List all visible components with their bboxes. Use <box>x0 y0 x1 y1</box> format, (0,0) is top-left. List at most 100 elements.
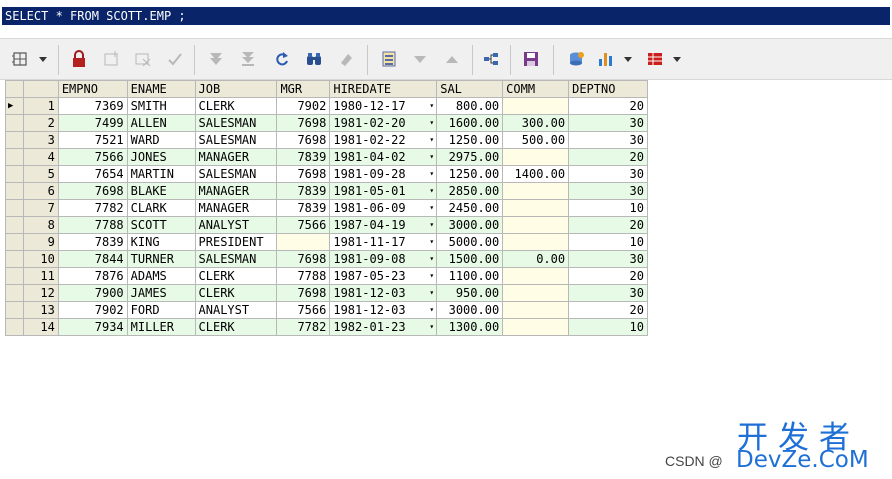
row-number[interactable]: 10 <box>22 250 59 268</box>
row-indicator[interactable] <box>5 114 24 132</box>
cell-empno[interactable]: 7654 <box>57 165 128 183</box>
cell-mgr[interactable]: 7839 <box>276 182 331 200</box>
column-header-job[interactable]: JOB <box>194 80 278 98</box>
column-header-mgr[interactable]: MGR <box>276 80 331 98</box>
row-number[interactable]: 1 <box>22 97 59 115</box>
cell-ename[interactable]: TURNER <box>126 250 196 268</box>
row-indicator[interactable] <box>5 199 24 217</box>
cell-empno[interactable]: 7566 <box>57 148 128 166</box>
row-number[interactable]: 5 <box>22 165 59 183</box>
cell-deptno[interactable]: 30 <box>568 114 648 132</box>
date-dropdown-icon[interactable]: ▾ <box>429 218 434 233</box>
cell-hiredate[interactable]: 1981-02-20 ▾ <box>329 114 438 132</box>
cell-hiredate[interactable]: 1980-12-17 ▾ <box>329 97 438 115</box>
cell-deptno[interactable]: 30 <box>568 284 648 302</box>
row-number[interactable]: 14 <box>22 318 59 336</box>
cell-job[interactable]: SALESMAN <box>194 250 278 268</box>
cell-deptno[interactable]: 30 <box>568 250 648 268</box>
cell-empno[interactable]: 7782 <box>57 199 128 217</box>
cell-comm[interactable] <box>502 318 570 336</box>
cell-sal[interactable]: 2850.00 <box>436 182 504 200</box>
date-dropdown-icon[interactable]: ▾ <box>429 150 434 165</box>
table-row[interactable]: 9 7839 KING PRESIDENT 1981-11-17 ▾ 5000.00 10 <box>5 233 648 251</box>
column-header-ename[interactable]: ENAME <box>126 80 196 98</box>
row-number[interactable]: 8 <box>22 216 59 234</box>
cell-deptno[interactable]: 20 <box>568 216 648 234</box>
cell-sal[interactable]: 5000.00 <box>436 233 504 251</box>
cell-comm[interactable] <box>502 284 570 302</box>
sql-editor[interactable]: SELECT * FROM SCOTT.EMP ; <box>0 6 892 27</box>
date-dropdown-icon[interactable]: ▾ <box>429 184 434 199</box>
sql-text-selected[interactable]: SELECT * FROM SCOTT.EMP ; <box>2 7 890 25</box>
cell-comm[interactable]: 300.00 <box>502 114 570 132</box>
cell-mgr[interactable]: 7698 <box>276 114 331 132</box>
cell-ename[interactable]: MILLER <box>126 318 196 336</box>
cell-hiredate[interactable]: 1981-11-17 ▾ <box>329 233 438 251</box>
cell-ename[interactable]: MARTIN <box>126 165 196 183</box>
cell-comm[interactable]: 500.00 <box>502 131 570 149</box>
cell-job[interactable]: MANAGER <box>194 199 278 217</box>
cell-hiredate[interactable]: 1987-05-23 ▾ <box>329 267 438 285</box>
column-header-sal[interactable]: SAL <box>436 80 504 98</box>
cell-hiredate[interactable]: 1981-12-03 ▾ <box>329 301 438 319</box>
column-header-hiredate[interactable]: HIREDATE <box>329 80 438 98</box>
cell-deptno[interactable]: 30 <box>568 131 648 149</box>
cell-job[interactable]: CLERK <box>194 318 278 336</box>
cell-sal[interactable]: 950.00 <box>436 284 504 302</box>
cell-sal[interactable]: 1250.00 <box>436 165 504 183</box>
export-tree-icon[interactable] <box>479 47 503 71</box>
cell-hiredate[interactable]: 1981-04-02 ▾ <box>329 148 438 166</box>
date-dropdown-icon[interactable]: ▾ <box>429 235 434 250</box>
cell-hiredate[interactable]: 1981-02-22 ▾ <box>329 131 438 149</box>
cell-sal[interactable]: 1250.00 <box>436 131 504 149</box>
insert-row-icon[interactable] <box>99 47 123 71</box>
lock-icon[interactable] <box>67 47 91 71</box>
table-row[interactable]: 14 7934 MILLER CLERK 7782 1982-01-23 ▾ 1300.00 1… <box>5 318 648 336</box>
date-dropdown-icon[interactable]: ▾ <box>429 99 434 114</box>
cell-hiredate[interactable]: 1987-04-19 ▾ <box>329 216 438 234</box>
cell-mgr[interactable]: 7698 <box>276 131 331 149</box>
cell-sal[interactable]: 1100.00 <box>436 267 504 285</box>
cell-deptno[interactable]: 20 <box>568 301 648 319</box>
date-dropdown-icon[interactable]: ▾ <box>429 133 434 148</box>
row-indicator[interactable] <box>5 216 24 234</box>
table-row[interactable]: 12 7900 JAMES CLERK 7698 1981-12-03 ▾ 950.00 30 <box>5 284 648 302</box>
cell-deptno[interactable]: 30 <box>568 165 648 183</box>
cell-deptno[interactable]: 10 <box>568 318 648 336</box>
row-indicator[interactable]: ▶ <box>5 97 24 115</box>
table-row[interactable]: 11 7876 ADAMS CLERK 7788 1987-05-23 ▾ 1100.00 20 <box>5 267 648 285</box>
table-row[interactable]: 8 7788 SCOTT ANALYST 7566 1987-04-19 ▾ 3000.00 2… <box>5 216 648 234</box>
cell-empno[interactable]: 7876 <box>57 267 128 285</box>
cell-mgr[interactable]: 7698 <box>276 250 331 268</box>
cell-sal[interactable]: 2450.00 <box>436 199 504 217</box>
date-dropdown-icon[interactable]: ▾ <box>429 167 434 182</box>
cell-empno[interactable]: 7369 <box>57 97 128 115</box>
row-number[interactable]: 2 <box>22 114 59 132</box>
cell-hiredate[interactable]: 1981-09-28 ▾ <box>329 165 438 183</box>
cell-ename[interactable]: JAMES <box>126 284 196 302</box>
row-indicator[interactable] <box>5 267 24 285</box>
cell-mgr[interactable]: 7839 <box>276 148 331 166</box>
cell-empno[interactable]: 7902 <box>57 301 128 319</box>
cell-sal[interactable]: 1300.00 <box>436 318 504 336</box>
table-row[interactable]: 10 7844 TURNER SALESMAN 7698 1981-09-08 ▾ 1500.… <box>5 250 648 268</box>
row-indicator[interactable] <box>5 131 24 149</box>
cell-comm[interactable]: 1400.00 <box>502 165 570 183</box>
date-dropdown-icon[interactable]: ▾ <box>429 286 434 301</box>
cell-sal[interactable]: 2975.00 <box>436 148 504 166</box>
cell-mgr[interactable]: 7566 <box>276 216 331 234</box>
fetch-last-icon[interactable] <box>236 47 260 71</box>
cell-mgr[interactable]: 7782 <box>276 318 331 336</box>
table-row[interactable]: 3 7521 WARD SALESMAN 7698 1981-02-22 ▾ 1250.00 5… <box>5 131 648 149</box>
cell-hiredate[interactable]: 1982-01-23 ▾ <box>329 318 438 336</box>
cell-comm[interactable] <box>502 301 570 319</box>
chevron-down-icon[interactable] <box>37 47 49 71</box>
column-header-empno[interactable]: EMPNO <box>57 80 128 98</box>
cell-ename[interactable]: WARD <box>126 131 196 149</box>
cell-ename[interactable]: FORD <box>126 301 196 319</box>
cell-ename[interactable]: ALLEN <box>126 114 196 132</box>
table-row[interactable]: ▶ 1 7369 SMITH CLERK 7902 1980-12-17 ▾ 800.00 20 <box>5 97 648 115</box>
cell-sal[interactable]: 1500.00 <box>436 250 504 268</box>
cell-job[interactable]: SALESMAN <box>194 114 278 132</box>
table-row[interactable]: 7 7782 CLARK MANAGER 7839 1981-06-09 ▾ 2450.00 1… <box>5 199 648 217</box>
